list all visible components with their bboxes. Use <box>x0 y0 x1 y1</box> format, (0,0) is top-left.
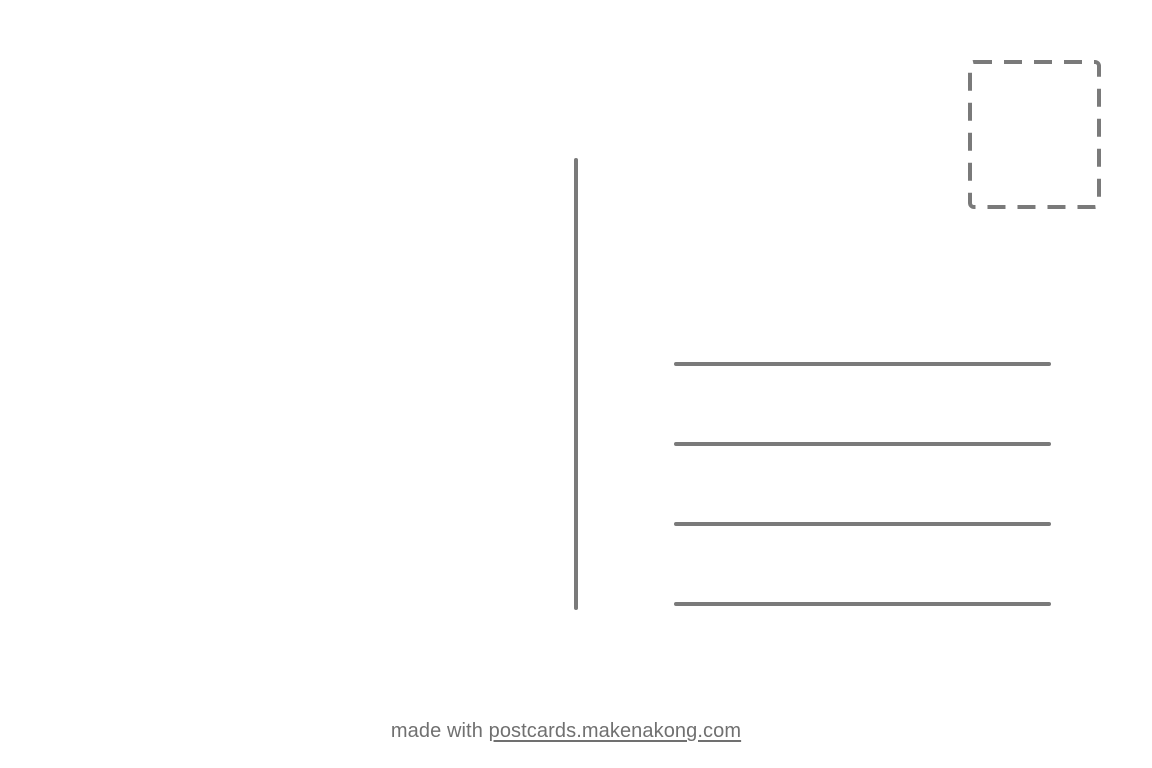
center-divider <box>574 158 578 610</box>
footer-link[interactable]: postcards.makenakong.com <box>489 720 742 742</box>
footer-credit: made with postcards.makenakong.com <box>0 720 1132 743</box>
postcard-back: made with postcards.makenakong.com <box>0 0 1152 768</box>
footer-prefix: made with <box>390 720 483 742</box>
address-line-1 <box>674 362 1051 366</box>
address-line-2 <box>674 442 1051 446</box>
address-line-4 <box>674 602 1051 606</box>
address-line-3 <box>674 522 1051 526</box>
stamp-placeholder <box>968 60 1101 209</box>
stamp-dashed-border <box>968 60 1101 209</box>
